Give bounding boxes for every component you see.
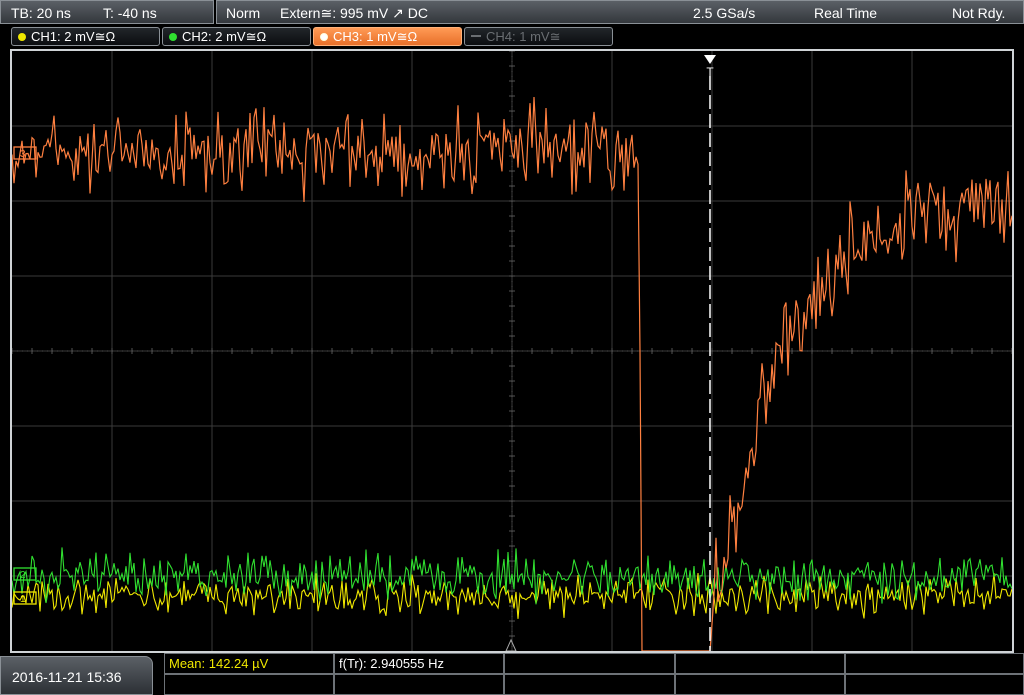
acquisition-mode-label: Real Time (814, 5, 878, 21)
datetime-panel: 2016-11-21 15:36 (0, 656, 153, 695)
ch1-indicator-icon (18, 33, 26, 41)
trigger-panel[interactable]: Norm Extern≅: 995 mV ↗ DC 2.5 GSa/s Real… (216, 0, 1024, 24)
status-label: Not Rdy. (952, 5, 1006, 21)
ch3-offset-marker: 3 (13, 146, 37, 160)
ch1-tab-label: CH1: 2 mV≅Ω (31, 29, 116, 44)
measurement-cell-empty-3[interactable] (845, 653, 1024, 674)
datetime-label: 2016-11-21 15:36 (12, 669, 122, 685)
ch4-tab-label: CH4: 1 mV≅ (486, 29, 561, 44)
ch3-indicator-icon (320, 33, 328, 41)
channel-tab-ch1[interactable]: CH1: 2 mV≅Ω (11, 27, 160, 46)
measurement-cell-empty-5[interactable] (334, 674, 504, 695)
ch2-tab-label: CH2: 2 mV≅Ω (182, 29, 267, 44)
timebase-label: TB: 20 ns (11, 5, 71, 21)
measurement-cell-empty-2[interactable] (675, 653, 845, 674)
measurement-cell-empty-7[interactable] (675, 674, 845, 695)
channel-tab-ch3[interactable]: CH3: 1 mV≅Ω (313, 27, 462, 46)
trigger-marker-label: T (706, 65, 714, 79)
frequency-measurement-label: f(Tr): 2.940555 Hz (339, 656, 445, 671)
ch3-tab-label: CH3: 1 mV≅Ω (333, 29, 418, 44)
ch2-offset-marker-label: 2 (20, 570, 26, 581)
trigger-source-label: Extern≅: 995 mV ↗ DC (280, 5, 428, 21)
measurement-cell-empty-1[interactable] (504, 653, 675, 674)
trigger-mode-label: Norm (226, 5, 261, 21)
graticule-grid (12, 51, 1012, 651)
trigger-marker-icon (704, 55, 716, 64)
measurement-cell-empty-8[interactable] (845, 674, 1024, 695)
ch2-indicator-icon (169, 33, 177, 41)
ch1-offset-marker-label: 1 (20, 594, 26, 605)
trigger-time-label: T: -40 ns (103, 5, 157, 21)
measurement-cell-empty-4[interactable] (164, 674, 334, 695)
measurement-cell-frequency[interactable]: f(Tr): 2.940555 Hz (334, 653, 504, 674)
ch4-indicator-icon (471, 35, 481, 37)
sample-rate-label: 2.5 GSa/s (693, 5, 756, 21)
top-status-bar: TB: 20 ns T: -40 ns Norm Extern≅: 995 mV… (0, 0, 1024, 24)
timebase-panel[interactable]: TB: 20 ns T: -40 ns (0, 0, 214, 24)
measurement-cell-empty-6[interactable] (504, 674, 675, 695)
horizontal-position-marker-icon (505, 638, 517, 651)
mean-measurement-label: Mean: 142.24 µV (169, 656, 269, 671)
ch3-offset-marker-label: 3 (20, 149, 26, 160)
bottom-status-bar: 2016-11-21 15:36 Mean: 142.24 µV f(Tr): … (0, 653, 1024, 695)
waveform-canvas: T 3 2 1 (12, 51, 1012, 651)
channel-tab-ch2[interactable]: CH2: 2 mV≅Ω (162, 27, 311, 46)
measurement-cell-mean[interactable]: Mean: 142.24 µV (164, 653, 334, 674)
channel-tab-ch4[interactable]: CH4: 1 mV≅ (464, 27, 613, 46)
